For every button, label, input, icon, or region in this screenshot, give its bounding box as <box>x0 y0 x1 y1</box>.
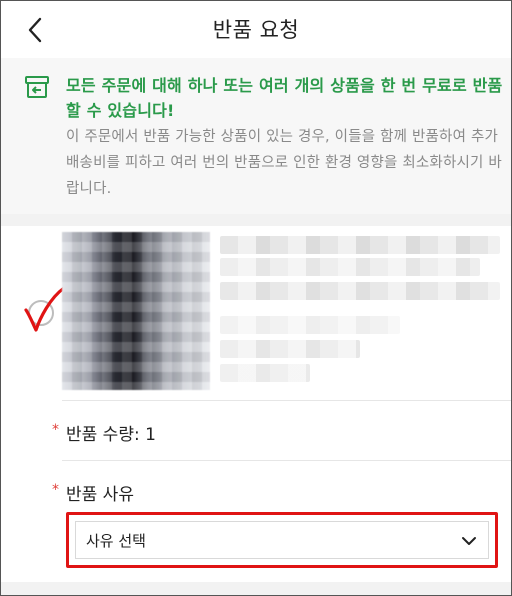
notice-body: 이 주문에서 반품 가능한 상품이 있는 경우, 이들을 함께 반품하여 추가 … <box>66 129 502 197</box>
chevron-down-icon <box>462 537 476 545</box>
required-mark: * <box>52 482 59 498</box>
free-return-notice: 모든 주문에 대해 하나 또는 여러 개의 상품을 한 번 무료로 반품할 수 … <box>0 58 512 214</box>
return-quantity-label: 반품 수량: 1 <box>66 425 156 445</box>
header: 반품 요청 <box>0 0 512 58</box>
return-reason-label: 반품 사유 <box>66 485 134 505</box>
product-info-blurred <box>220 236 500 386</box>
select-value: 사유 선택 <box>86 532 146 550</box>
return-box-icon <box>24 74 50 100</box>
quantity-separator <box>62 460 512 461</box>
bottom-divider <box>0 582 512 596</box>
section-divider <box>0 214 512 226</box>
required-mark: * <box>52 422 59 438</box>
page-title: 반품 요청 <box>212 18 300 42</box>
select-field[interactable]: 사유 선택 <box>75 521 489 559</box>
product-select-radio[interactable] <box>28 300 54 326</box>
product-separator <box>62 400 512 401</box>
notice-headline: 모든 주문에 대해 하나 또는 여러 개의 상품을 한 번 무료로 반품할 수 … <box>66 76 503 120</box>
product-thumbnail-blurred <box>62 232 210 390</box>
return-reason-select[interactable]: 사유 선택 <box>66 512 498 568</box>
